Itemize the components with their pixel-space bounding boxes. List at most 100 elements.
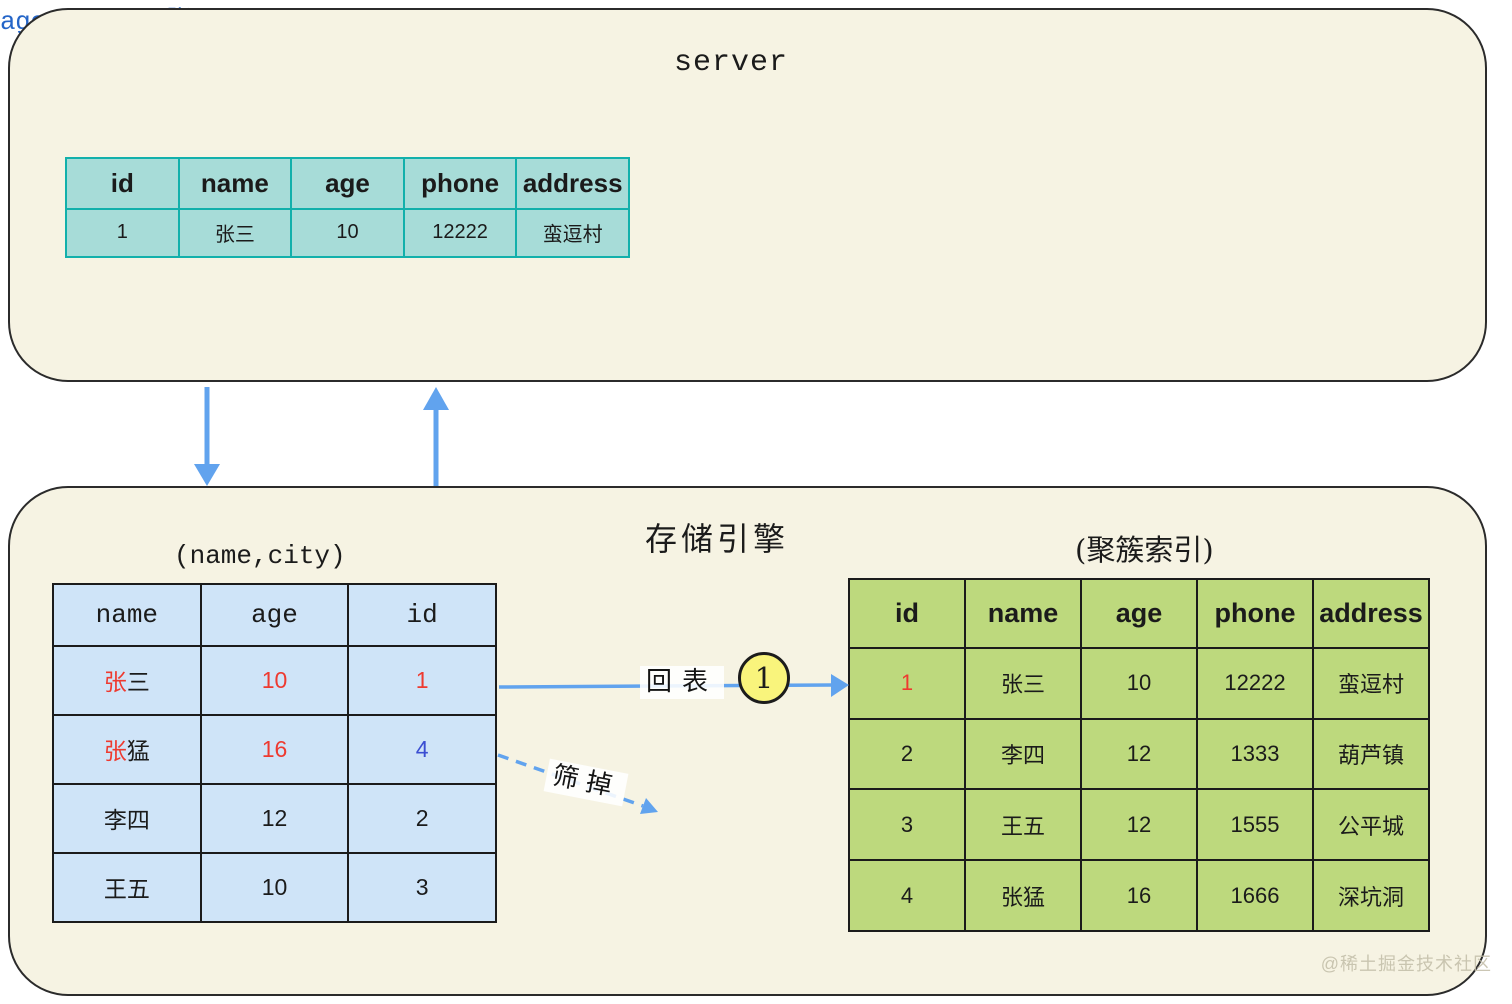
cell-text: 4 — [901, 883, 913, 908]
table: idnameagephoneaddress1张三1012222蛮逗村 — [65, 157, 630, 258]
table-cell: 蛮逗村 — [1313, 648, 1429, 719]
column-header: name — [53, 584, 201, 646]
column-header: name — [179, 158, 292, 209]
column-header: age — [1081, 579, 1197, 648]
cell-text: 王五 — [1001, 814, 1045, 839]
table-row: 2 李四 12 1333 葫芦镇 — [849, 719, 1429, 790]
cell-text: 公平城 — [1338, 814, 1404, 839]
cell-text: 3 — [901, 812, 913, 837]
diagram-canvas: server idnameagephoneaddress1张三1012222蛮逗… — [0, 0, 1512, 1004]
query-request-arrow-head — [194, 464, 220, 486]
column-header: phone — [1197, 579, 1313, 648]
table-cell: 葫芦镇 — [1313, 719, 1429, 790]
table: nameageid张三101张猛164李四122王五103 — [52, 583, 497, 923]
column-header: id — [348, 584, 496, 646]
column-header: name — [965, 579, 1081, 648]
cell-text: 1 — [901, 670, 913, 695]
table-cell: 张三 — [179, 209, 292, 257]
table-cell: 3 — [849, 789, 965, 860]
step-badge: 1 — [738, 652, 790, 704]
table-cell: 公平城 — [1313, 789, 1429, 860]
cell-text: 葫芦镇 — [1338, 743, 1404, 768]
table-row: 1 张三 10 12222 蛮逗村 — [849, 648, 1429, 719]
table-cell: 李四 — [53, 784, 201, 853]
cell-text: 1 — [117, 221, 128, 243]
column-header: age — [291, 158, 404, 209]
cell-text: 张 — [104, 738, 127, 764]
table-cell: 10 — [1081, 648, 1197, 719]
table-cell: 1333 — [1197, 719, 1313, 790]
table-row: 张猛 16 4 — [53, 715, 496, 784]
cell-text: 4 — [416, 736, 429, 762]
table-cell: 张三 — [965, 648, 1081, 719]
table-cell: 李四 — [965, 719, 1081, 790]
table-cell: 12 — [201, 784, 349, 853]
server-result-table: idnameagephoneaddress1张三1012222蛮逗村 — [65, 157, 630, 258]
cell-text: 12222 — [432, 221, 488, 243]
cell-text: 1 — [416, 667, 429, 693]
table-row: 1张三1012222蛮逗村 — [66, 209, 629, 257]
header-row: nameageid — [53, 584, 496, 646]
cell-text: 张三 — [1001, 672, 1045, 697]
cell-text: 王五 — [104, 876, 150, 902]
column-header: address — [1313, 579, 1429, 648]
column-header: phone — [404, 158, 517, 209]
column-header: id — [66, 158, 179, 209]
table-cell: 王五 — [53, 853, 201, 922]
query-response-arrow-head — [423, 387, 449, 410]
cell-text: 李四 — [104, 807, 150, 833]
table-cell: 深坑洞 — [1313, 860, 1429, 931]
cell-text: 12 — [262, 805, 288, 831]
table-cell: 4 — [348, 715, 496, 784]
table-cell: 12222 — [404, 209, 517, 257]
table-cell: 1 — [66, 209, 179, 257]
table-row: 李四 12 2 — [53, 784, 496, 853]
cell-text: 12222 — [1224, 670, 1285, 695]
column-header: address — [516, 158, 629, 209]
table-row: 4 张猛 16 1666 深坑洞 — [849, 860, 1429, 931]
table-cell: 张猛 — [965, 860, 1081, 931]
header-row: idnameagephoneaddress — [66, 158, 629, 209]
query-request-arrow — [194, 387, 220, 486]
cell-text: 1333 — [1231, 741, 1280, 766]
table-cell: 1 — [849, 648, 965, 719]
server-panel-title: server — [674, 46, 788, 80]
table-cell: 1 — [348, 646, 496, 715]
column-header: id — [849, 579, 965, 648]
cell-text: 三 — [127, 669, 150, 695]
back-to-table-label: 回表 — [640, 666, 724, 699]
header-row: idnameagephoneaddress — [849, 579, 1429, 648]
cell-text: 1666 — [1231, 883, 1280, 908]
table-cell: 12222 — [1197, 648, 1313, 719]
cell-text: 李四 — [1001, 743, 1045, 768]
cell-text: 12 — [1127, 812, 1151, 837]
cell-text: 3 — [416, 874, 429, 900]
table-cell: 12 — [1081, 789, 1197, 860]
table-cell: 3 — [348, 853, 496, 922]
table-row: 张三 10 1 — [53, 646, 496, 715]
cell-text: 10 — [262, 874, 288, 900]
table-cell: 张猛 — [53, 715, 201, 784]
storage-engine-title: 存储引擎 — [645, 514, 789, 560]
cell-text: 12 — [1127, 741, 1151, 766]
column-header: age — [201, 584, 349, 646]
table-cell: 10 — [201, 646, 349, 715]
secondary-index-title: (name,city) — [174, 541, 346, 571]
watermark: @稀土掘金技术社区 — [1321, 950, 1492, 976]
table-cell: 1666 — [1197, 860, 1313, 931]
clustered-index-table: idnameagephoneaddress 1 张三 10 12222 蛮逗村 2 李四 12 1… — [848, 578, 1430, 932]
table-row: 王五 10 3 — [53, 853, 496, 922]
table-cell: 1555 — [1197, 789, 1313, 860]
cell-text: 张猛 — [1001, 885, 1045, 910]
table-row: 3 王五 12 1555 公平城 — [849, 789, 1429, 860]
cell-text: 16 — [1127, 883, 1151, 908]
table-cell: 16 — [201, 715, 349, 784]
cell-text: 2 — [416, 805, 429, 831]
cell-text: 10 — [262, 667, 288, 693]
table-cell: 2 — [849, 719, 965, 790]
table-cell: 12 — [1081, 719, 1197, 790]
cell-text: 张三 — [215, 224, 255, 246]
cell-text: 10 — [1127, 670, 1151, 695]
cell-text: 16 — [262, 736, 288, 762]
table-cell: 张三 — [53, 646, 201, 715]
